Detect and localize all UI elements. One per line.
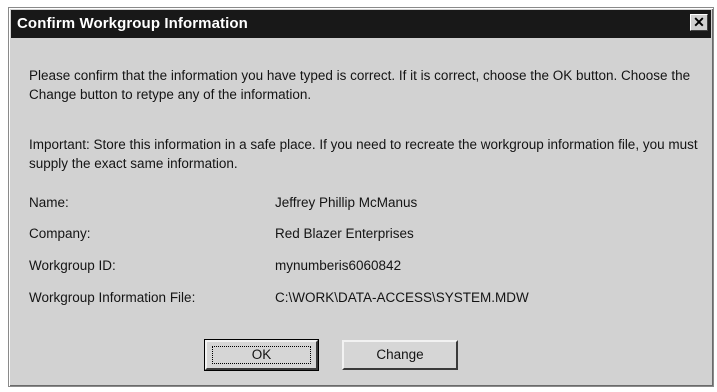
name-value: Jeffrey Phillip McManus [275,195,418,210]
confirm-workgroup-dialog: Confirm Workgroup Information ✕ Please c… [8,7,714,387]
name-label: Name: [29,195,69,210]
title-bar[interactable]: Confirm Workgroup Information ✕ [11,10,711,38]
workgroup-file-label: Workgroup Information File: [29,290,196,305]
workgroup-id-label: Workgroup ID: [29,258,116,273]
workgroup-id-value: mynumberis6060842 [275,258,402,273]
workgroup-file-value: C:\WORK\DATA-ACCESS\SYSTEM.MDW [275,290,529,305]
ok-button[interactable]: OK [204,339,319,371]
ok-button-label: OK [212,346,311,364]
company-label: Company: [29,226,91,241]
close-icon: ✕ [693,14,705,30]
close-button[interactable]: ✕ [690,14,708,31]
change-button[interactable]: Change [342,340,458,370]
dialog-title: Confirm Workgroup Information [17,15,248,32]
confirm-message: Please confirm that the information you … [29,68,691,102]
company-value: Red Blazer Enterprises [275,226,414,241]
important-message: Important: Store this information in a s… [29,137,698,171]
